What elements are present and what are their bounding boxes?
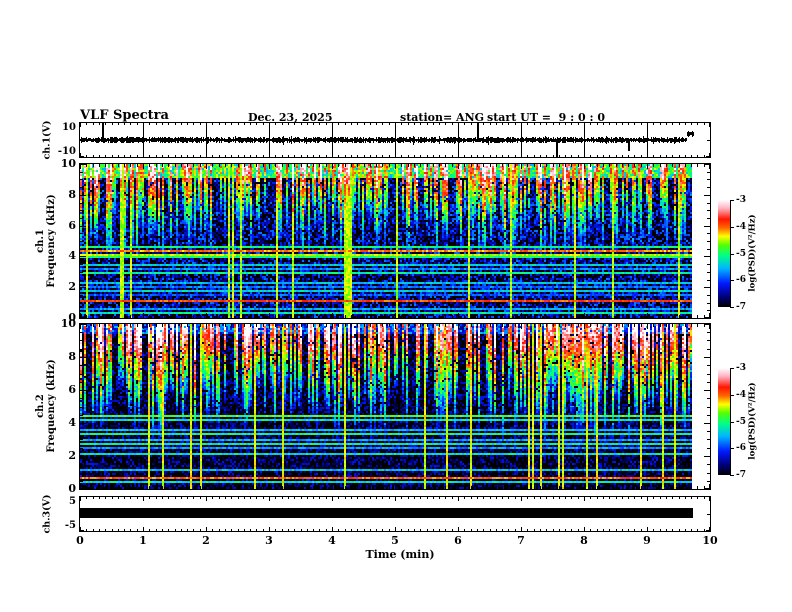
- x-tick-label: 10: [702, 534, 718, 547]
- colorbar-tick: [730, 254, 734, 255]
- y-tick-label: -10: [57, 146, 76, 157]
- colorbar-tick: [730, 448, 734, 449]
- colorbar-tick: [730, 307, 734, 308]
- ch2-spec-ylabel-line2: Frequency (kHz): [46, 359, 57, 453]
- y-tick-label: 5: [69, 496, 76, 507]
- ch1-waveform-canvas: [79, 122, 711, 158]
- colorbar-2-label: log(PSD)(V²/Hz): [747, 382, 758, 460]
- y-tick-label: 10: [62, 122, 76, 133]
- ch1-spec-ylabel-line1: ch.1: [35, 229, 46, 253]
- ch1-spec-ylabel-line2: Frequency (kHz): [46, 194, 57, 288]
- colorbar-tick-label: -5: [736, 249, 746, 259]
- y-tick-label: 0: [68, 482, 76, 495]
- ch3-waveform-canvas: [79, 496, 711, 532]
- colorbar-tick-label: -3: [736, 363, 746, 373]
- x-axis-title: Time (min): [365, 548, 435, 561]
- ch2-spec-ylabel: ch.2 Frequency (kHz): [35, 359, 57, 452]
- y-tick-label: 2: [68, 280, 76, 293]
- ch1-spectrogram-canvas: [79, 163, 711, 319]
- x-tick-label: 0: [76, 534, 84, 547]
- y-tick-label: -5: [64, 520, 76, 531]
- colorbar-tick-label: -5: [736, 417, 746, 427]
- y-tick-label: 2: [68, 449, 76, 462]
- x-tick-label: 9: [643, 534, 651, 547]
- colorbar-tick: [730, 280, 734, 281]
- colorbar-tick: [730, 227, 734, 228]
- x-tick-label: 3: [265, 534, 273, 547]
- y-tick-label: 10: [60, 317, 76, 330]
- colorbar-tick: [730, 422, 734, 423]
- x-tick-label: 1: [139, 534, 147, 547]
- colorbar-tick: [730, 475, 734, 476]
- colorbar-tick-label: -7: [736, 470, 746, 480]
- colorbar-tick-label: -6: [736, 443, 746, 453]
- vlf-spectra-figure: VLF Spectra Dec. 23, 2025 station= ANG s…: [0, 0, 792, 612]
- ch2-spec-ylabel-line1: ch.2: [35, 394, 46, 418]
- y-tick-label: 6: [68, 383, 76, 396]
- colorbar-tick: [730, 368, 734, 369]
- colorbar-tick-label: -4: [736, 222, 746, 232]
- figure-title: VLF Spectra: [80, 108, 169, 123]
- y-tick-label: 8: [68, 188, 76, 201]
- x-tick-label: 4: [328, 534, 336, 547]
- colorbar-tick: [730, 200, 734, 201]
- x-tick-label: 2: [202, 534, 210, 547]
- colorbar-tick-label: -7: [736, 302, 746, 312]
- colorbar-tick-label: -6: [736, 275, 746, 285]
- colorbar-tick-label: -4: [736, 390, 746, 400]
- y-tick-label: 4: [68, 416, 76, 429]
- colorbar-tick: [730, 395, 734, 396]
- y-tick-label: 6: [68, 219, 76, 232]
- y-tick-label: 8: [68, 350, 76, 363]
- ch1-spec-ylabel: ch.1 Frequency (kHz): [35, 194, 57, 287]
- y-tick-label: 4: [68, 249, 76, 262]
- y-tick-label: 10: [60, 157, 76, 170]
- colorbar-1-label: log(PSD)(V²/Hz): [747, 214, 758, 292]
- ch2-spectrogram-canvas: [79, 323, 711, 490]
- x-tick-label: 7: [517, 534, 525, 547]
- x-tick-label: 5: [391, 534, 399, 547]
- x-tick-label: 6: [454, 534, 462, 547]
- x-tick-label: 8: [580, 534, 588, 547]
- colorbar-tick-label: -3: [736, 195, 746, 205]
